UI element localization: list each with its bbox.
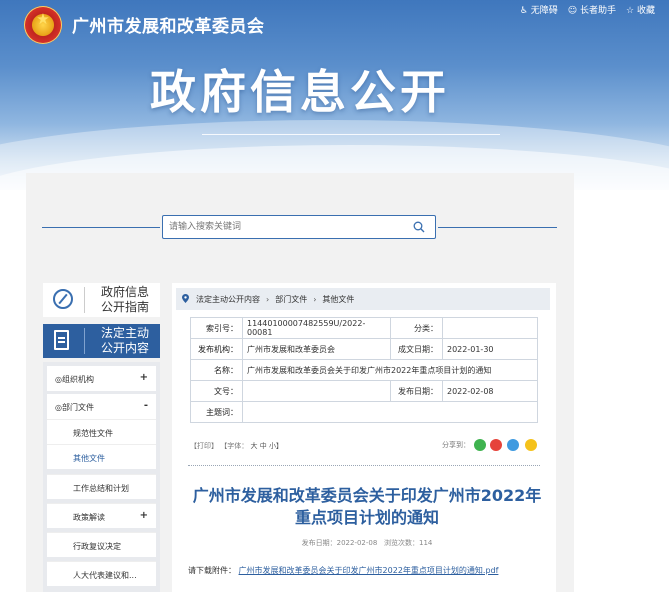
accessibility-link[interactable]: ♿ 无障碍 — [520, 3, 558, 16]
sidebar-item-org[interactable]: ◎组织机构 + — [47, 366, 156, 391]
sub-item-normative[interactable]: 规范性文件 — [47, 419, 156, 444]
national-emblem-icon: ★ — [24, 6, 62, 44]
favorite-link[interactable]: ☆ 收藏 — [626, 3, 655, 16]
publish-date-value: 2022-02-08 — [336, 539, 378, 547]
search-box — [162, 215, 436, 239]
keywords-value — [242, 401, 538, 423]
page-title: 政府信息公开 — [150, 65, 450, 119]
dotted-divider — [188, 465, 540, 466]
name-label: 名称： — [190, 359, 243, 381]
published-date-label: 发布日期： — [390, 380, 443, 402]
document-icon — [54, 330, 69, 350]
font-medium-button[interactable]: 中 — [260, 442, 267, 450]
download-label: 请下载附件： — [188, 566, 236, 575]
article-title-line2: 重点项目计划的通知 — [294, 508, 439, 527]
category-value — [442, 317, 538, 339]
expand-icon[interactable]: + — [140, 372, 148, 383]
sidebar-item-dept-docs[interactable]: ◎部门文件 - — [47, 394, 156, 419]
share-label: 分享到： — [442, 441, 470, 449]
created-date-label: 成文日期： — [390, 338, 443, 360]
qzone-icon[interactable] — [525, 439, 537, 451]
doc-number-value — [242, 380, 391, 402]
search-divider-left — [42, 227, 160, 228]
publisher-value: 广州市发展和改革委员会 — [242, 338, 391, 360]
attachment-link[interactable]: 广州市发展和改革委员会关于印发广州市2022年重点项目计划的通知.pdf — [239, 566, 499, 575]
sub-item-admin-review[interactable]: 行政复议决定 — [47, 532, 156, 557]
sidebar-item-label: 部门文件 — [61, 403, 94, 412]
qq-icon[interactable] — [507, 439, 519, 451]
index-label: 索引号： — [190, 317, 243, 339]
download-row: 请下载附件： 广州市发展和改革委员会关于印发广州市2022年重点项目计划的通知.… — [188, 565, 498, 576]
search-divider-right — [438, 227, 557, 228]
sub-item-work-summary[interactable]: 工作总结和计划 — [47, 474, 156, 499]
weibo-icon[interactable] — [490, 439, 502, 451]
publish-date-label: 发布日期： — [301, 539, 337, 547]
breadcrumb: 法定主动公开内容 › 部门文件 › 其他文件 — [176, 288, 550, 310]
search-input[interactable] — [169, 220, 399, 234]
sub-item-other-docs[interactable]: 其他文件 — [47, 444, 156, 469]
title-divider — [202, 134, 500, 135]
collapse-icon[interactable]: - — [144, 400, 148, 411]
sidebar-menu: ◎组织机构 + ◎部门文件 - 规范性文件 其他文件 工作总结和计划 政策解读 +… — [43, 362, 160, 592]
font-small-button[interactable]: 小】 — [269, 442, 283, 450]
index-value: 11440100007482559U/2022-00081 — [242, 317, 391, 339]
created-date-value: 2022-01-30 — [442, 338, 538, 360]
breadcrumb-item[interactable]: 部门文件 — [275, 295, 307, 304]
document-meta-table: 索引号： 11440100007482559U/2022-00081 分类： 发… — [190, 317, 538, 423]
views-count: 114 — [419, 539, 433, 547]
article-title-line1: 广州市发展和改革委员会关于印发广州市2022年 — [192, 486, 542, 505]
category-label: 分类： — [390, 317, 443, 339]
article-tools: 【打印】 【字体： 大 中 小】 — [190, 441, 283, 451]
sidebar-guide[interactable]: 政府信息 公开指南 — [43, 283, 160, 317]
elder-assistant-link[interactable]: ☺ 长者助手 — [568, 3, 616, 16]
article-title: 广州市发展和改革委员会关于印发广州市2022年 重点项目计划的通知 — [180, 485, 554, 529]
sub-item-npc-suggestions[interactable]: 人大代表建议和... — [47, 561, 156, 586]
wechat-icon[interactable] — [474, 439, 486, 451]
font-large-button[interactable]: 大 — [250, 442, 257, 450]
breadcrumb-item[interactable]: 法定主动公开内容 — [196, 295, 260, 304]
doc-number-label: 文号： — [190, 380, 243, 402]
article-info: 发布日期：2022-02-08 浏览次数：114 — [260, 538, 474, 548]
location-pin-icon — [182, 294, 189, 303]
publisher-label: 发布机构： — [190, 338, 243, 360]
sidebar-item-label: 组织机构 — [61, 375, 94, 384]
top-links: ♿ 无障碍 ☺ 长者助手 ☆ 收藏 — [520, 3, 655, 16]
sub-item-policy-interpretation[interactable]: 政策解读 + — [47, 503, 156, 528]
expand-icon[interactable]: + — [140, 510, 148, 521]
search-icon[interactable] — [413, 221, 425, 233]
org-name: 广州市发展和改革委员会 — [72, 17, 265, 37]
guide-label-line1: 政府信息 — [100, 285, 149, 299]
keywords-label: 主题词： — [190, 401, 243, 423]
content-label-line1: 法定主动 — [100, 326, 149, 340]
print-button[interactable]: 【打印】 — [190, 442, 218, 450]
name-value: 广州市发展和改革委员会关于印发广州市2022年重点项目计划的通知 — [242, 359, 538, 381]
guide-label-line2: 公开指南 — [100, 300, 149, 314]
content-label-line2: 公开内容 — [100, 341, 149, 355]
breadcrumb-item[interactable]: 其他文件 — [322, 295, 354, 304]
published-date-value: 2022-02-08 — [442, 380, 538, 402]
compass-icon — [53, 289, 73, 309]
views-label: 浏览次数： — [384, 539, 419, 547]
font-size-label: 【字体： — [220, 442, 249, 450]
sidebar-statutory-content[interactable]: 法定主动 公开内容 — [43, 324, 160, 358]
